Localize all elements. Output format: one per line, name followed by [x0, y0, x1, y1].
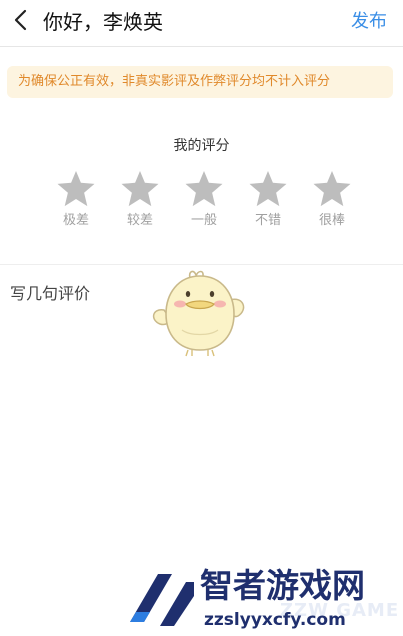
star-icon [184, 170, 224, 208]
top-nav-bar: 你好，李焕英 发布 [0, 0, 403, 47]
star-icon [312, 170, 352, 208]
star-option-3[interactable]: 一般 [172, 170, 236, 238]
star-label: 极差 [62, 213, 89, 228]
star-rating-group: 极差 较差 一般 不错 很棒 [44, 170, 364, 238]
star-label: 不错 [254, 213, 281, 228]
comment-placeholder: 写几句评价 [10, 284, 91, 303]
star-icon [120, 170, 160, 208]
site-watermark: 智者游戏网 ZZW GAME zzslyyxcfy.com [120, 566, 403, 634]
star-option-4[interactable]: 不错 [236, 170, 300, 238]
zz-logo-icon [124, 568, 196, 636]
star-icon [248, 170, 288, 208]
back-button[interactable] [6, 8, 34, 36]
star-label: 较差 [126, 213, 153, 228]
chick-mascot-icon [150, 270, 250, 364]
my-rating-title: 我的评分 [173, 138, 230, 154]
rating-notice-banner: 为确保公正有效，非真实影评及作弊评分均不计入评分 [7, 66, 393, 98]
star-label: 很棒 [318, 213, 345, 228]
comment-input-area[interactable]: 写几句评价 [0, 270, 403, 566]
star-option-2[interactable]: 较差 [108, 170, 172, 238]
star-label: 一般 [190, 213, 217, 228]
section-divider [0, 264, 403, 265]
publish-button[interactable]: 发布 [351, 10, 387, 34]
page-title: 你好，李焕英 [43, 10, 163, 34]
star-option-1[interactable]: 极差 [44, 170, 108, 238]
watermark-url: zzslyyxcfy.com [204, 610, 346, 630]
star-option-5[interactable]: 很棒 [300, 170, 364, 238]
star-icon [56, 170, 96, 208]
chevron-left-icon [13, 9, 27, 35]
